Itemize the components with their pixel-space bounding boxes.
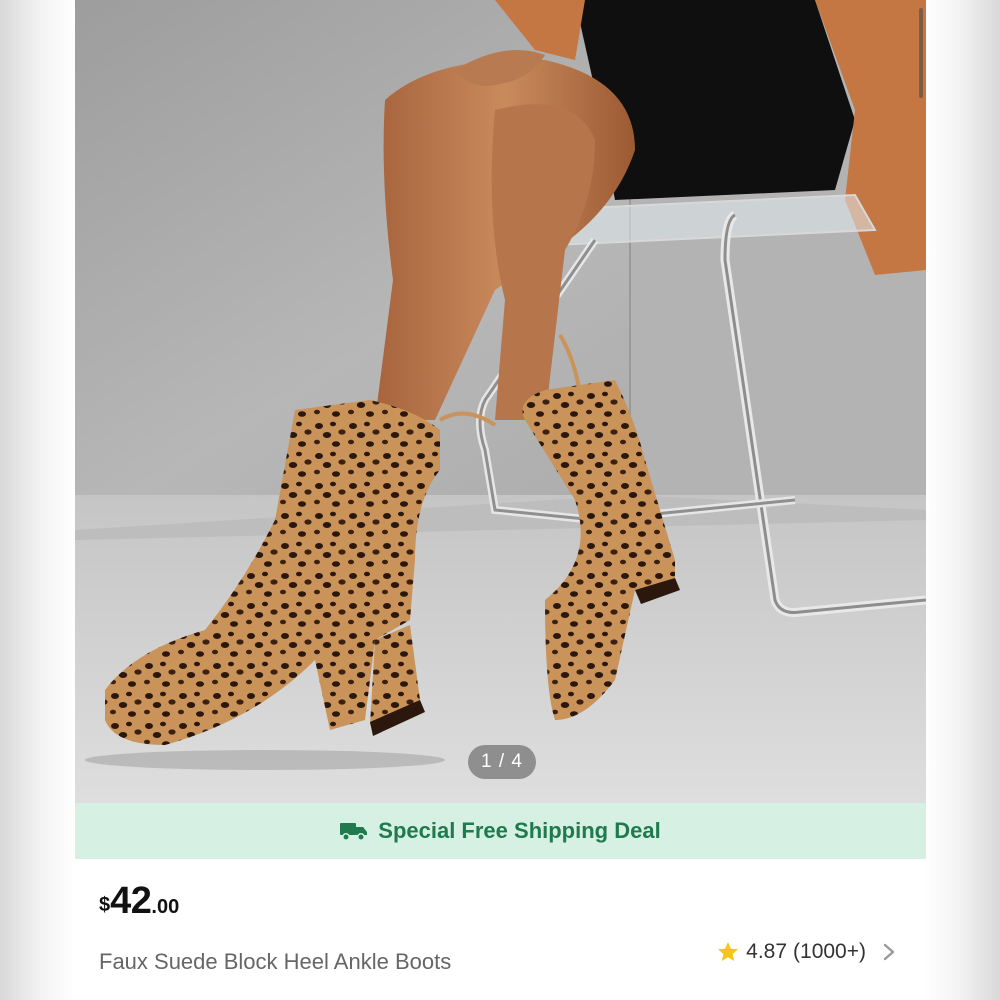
product-image[interactable] (75, 0, 926, 803)
chevron-right-icon[interactable] (882, 942, 896, 962)
rating-count: (1000+) (793, 940, 866, 963)
price-amount: 42 (110, 880, 152, 922)
truck-icon (340, 820, 368, 842)
product-price: $42.00 (99, 880, 179, 923)
shipping-deal-text: Special Free Shipping Deal (378, 818, 661, 843)
star-icon (716, 940, 740, 964)
image-pager-indicator: 1 / 4 (468, 745, 536, 779)
free-shipping-banner[interactable]: Special Free Shipping Deal (75, 803, 926, 859)
product-image-gallery[interactable]: 1 / 4 (75, 0, 926, 803)
page: 1 / 4 Special Free Shipping Deal $42.00 … (0, 0, 1000, 1000)
product-card: 1 / 4 Special Free Shipping Deal $42.00 … (75, 0, 926, 1000)
price-cents: .00 (151, 896, 180, 918)
product-rating[interactable]: 4.87 (1000+) (716, 940, 896, 964)
product-title: Faux Suede Block Heel Ankle Boots (99, 949, 452, 974)
gallery-scrollbar[interactable] (919, 8, 923, 98)
rating-score: 4.87 (746, 940, 788, 963)
price-currency: $ (99, 894, 111, 916)
